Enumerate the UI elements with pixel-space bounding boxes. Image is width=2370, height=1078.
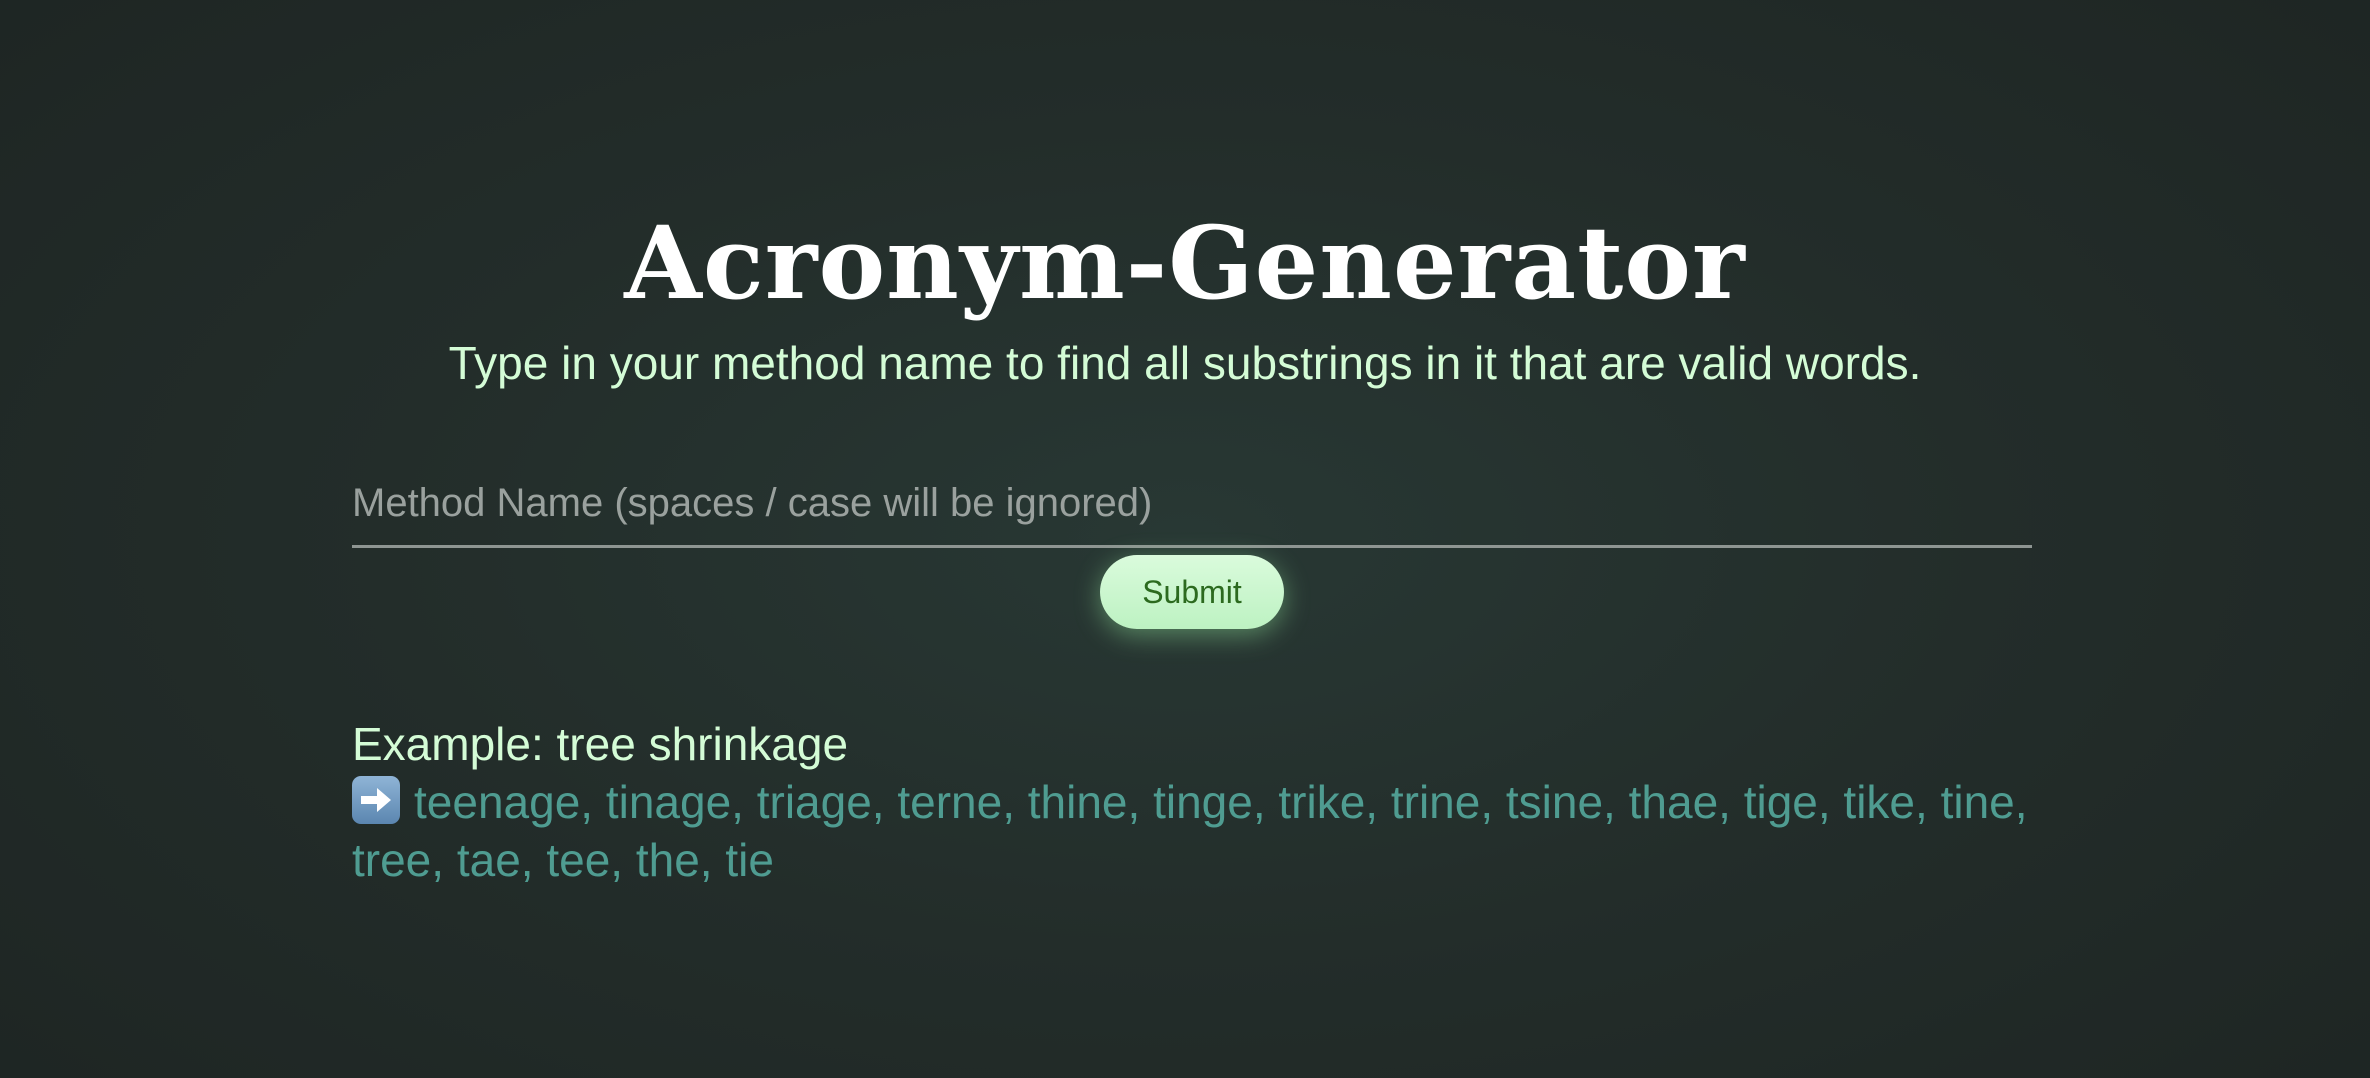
example-label: Example: tree shrinkage bbox=[352, 718, 849, 770]
example-result: teenage, tinage, triage, terne, thine, t… bbox=[352, 773, 2052, 889]
page: Acronym-Generator Type in your method na… bbox=[0, 0, 2370, 1078]
example-section: Example: tree shrinkage teenage, tinage,… bbox=[352, 715, 2052, 889]
page-subtitle: Type in your method name to find all sub… bbox=[448, 337, 1922, 389]
example-result-words: teenage, tinage, triage, terne, thine, t… bbox=[352, 776, 2028, 886]
submit-button[interactable]: Submit bbox=[1100, 555, 1284, 629]
page-title: Acronym-Generator bbox=[624, 204, 1746, 322]
method-name-input[interactable] bbox=[352, 462, 2032, 548]
right-arrow-icon bbox=[352, 776, 400, 824]
